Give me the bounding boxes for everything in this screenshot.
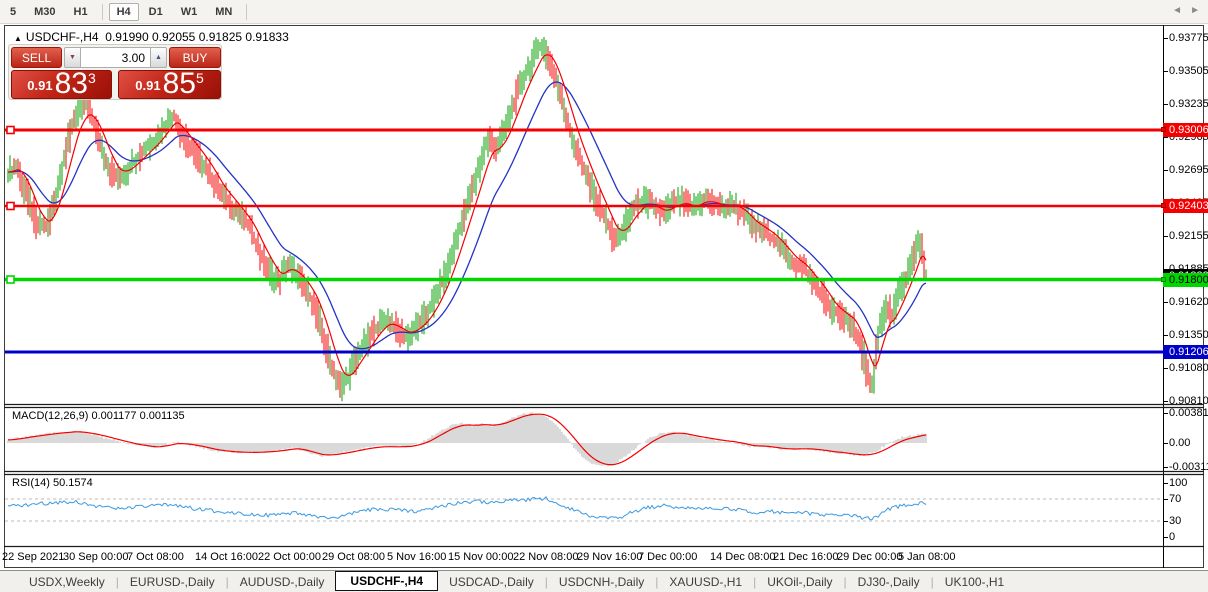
date-axis-label: 7 Oct 08:00 — [127, 551, 184, 563]
date-axis-label: 15 Nov 00:00 — [448, 551, 513, 563]
sell-price-sup: 3 — [88, 70, 96, 86]
rsi-axis-tick: 70 — [1169, 493, 1208, 505]
volume-increase-button[interactable]: ▲ — [150, 47, 167, 68]
price-axis-tick: 0.91350 — [1169, 329, 1208, 341]
price-tag-0.91206: 0.91206 — [1163, 345, 1208, 359]
chart-tab-bar: USDX,Weekly|EURUSD-,Daily|AUDUSD-,DailyU… — [0, 570, 1208, 592]
date-axis-label: 22 Oct 00:00 — [258, 551, 321, 563]
timeframe-button-m30[interactable]: M30 — [26, 3, 63, 21]
macd-axis-tick: 0.003811 — [1169, 407, 1208, 419]
date-axis-label: 29 Dec 00:00 — [837, 551, 902, 563]
chart-tab-usdchf-h4[interactable]: USDCHF-,H4 — [335, 571, 438, 591]
price-axis-tick: 0.91620 — [1169, 296, 1208, 308]
toolbar-separator — [102, 4, 103, 20]
date-axis-label: 7 Dec 00:00 — [638, 551, 697, 563]
sell-price-prefix: 0.91 — [27, 78, 52, 93]
date-axis-label: 22 Nov 08:00 — [513, 551, 578, 563]
date-axis-label: 5 Nov 16:00 — [387, 551, 446, 563]
tab-scroll-right-icon[interactable]: ► — [1190, 5, 1200, 16]
date-axis-label: 29 Nov 16:00 — [577, 551, 642, 563]
date-axis-label: 22 Sep 2021 — [2, 551, 64, 563]
buy-price-big: 85 — [163, 71, 196, 97]
date-axis-label: 5 Jan 08:00 — [898, 551, 956, 563]
chart-tab-usdx-weekly[interactable]: USDX,Weekly — [18, 573, 116, 591]
chart-symbol: USDCHF-,H4 — [26, 30, 99, 44]
price-axis-tick: 0.92155 — [1169, 230, 1208, 242]
chart-tab-usdcnh-daily[interactable]: USDCNH-,Daily — [548, 573, 655, 591]
price-axis-tick: 0.91080 — [1169, 362, 1208, 374]
price-tag-0.92403: 0.92403 — [1163, 199, 1208, 213]
price-axis-tick: 0.92695 — [1169, 164, 1208, 176]
line-anchor-icon — [1161, 127, 1166, 132]
chart-ohlc-values: 0.91990 0.92055 0.91825 0.91833 — [105, 30, 289, 44]
line-anchor-icon — [1161, 277, 1166, 282]
macd-axis-tick: -0.003115 — [1169, 461, 1208, 473]
buy-button[interactable]: BUY — [169, 47, 221, 68]
chart-tab-eurusd-daily[interactable]: EURUSD-,Daily — [119, 573, 226, 591]
chart-tab-xauusd-h1[interactable]: XAUUSD-,H1 — [658, 573, 753, 591]
chart-title: ▲ USDCHF-,H4 0.91990 0.92055 0.91825 0.91… — [14, 30, 289, 44]
buy-price-sup: 5 — [196, 70, 204, 86]
price-axis-tick: 0.93235 — [1169, 98, 1208, 110]
date-axis-label: 14 Oct 16:00 — [195, 551, 258, 563]
chart-tab-ukoil-daily[interactable]: UKOil-,Daily — [756, 573, 843, 591]
timeframe-button-w1[interactable]: W1 — [173, 3, 206, 21]
chart-tab-usdcad-daily[interactable]: USDCAD-,Daily — [438, 573, 545, 591]
volume-spinner: ▼ ▲ — [64, 47, 167, 68]
timeframe-button-5[interactable]: 5 — [2, 3, 24, 21]
rsi-axis-tick: 0 — [1169, 531, 1208, 543]
buy-price-button[interactable]: 0.91 85 5 — [118, 70, 221, 99]
timeframe-toolbar: 5M30H1 H4D1W1MN — [0, 0, 1208, 24]
chart-tab-dj30-daily[interactable]: DJ30-,Daily — [847, 573, 931, 591]
date-axis-label: 21 Dec 16:00 — [773, 551, 838, 563]
sell-price-button[interactable]: 0.91 83 3 — [11, 70, 112, 99]
rsi-axis-tick: 100 — [1169, 477, 1208, 489]
macd-axis-tick: 0.00 — [1169, 437, 1208, 449]
chart-window — [4, 25, 1204, 568]
one-click-trading-panel: SELL ▼ ▲ BUY 0.91 83 3 0.91 85 5 — [8, 44, 222, 100]
timeframe-button-mn[interactable]: MN — [207, 3, 240, 21]
price-axis-tick: 0.93505 — [1169, 65, 1208, 77]
collapse-triangle-icon[interactable]: ▲ — [14, 34, 22, 43]
price-tag-0.93006: 0.93006 — [1163, 123, 1208, 137]
buy-price-prefix: 0.91 — [135, 78, 160, 93]
price-axis-tick: 0.93775 — [1169, 32, 1208, 44]
date-axis-label: 14 Dec 08:00 — [710, 551, 775, 563]
volume-decrease-button[interactable]: ▼ — [64, 47, 81, 68]
date-axis-label: 29 Oct 08:00 — [322, 551, 385, 563]
tab-scroll-left-icon[interactable]: ◄ — [1172, 5, 1182, 16]
sell-price-big: 83 — [55, 71, 88, 97]
line-anchor-icon — [1161, 203, 1166, 208]
date-axis-label: 30 Sep 00:00 — [63, 551, 128, 563]
timeframe-button-h4[interactable]: H4 — [109, 3, 139, 21]
price-axis-tick: 0.90810 — [1169, 395, 1208, 407]
mt4-terminal: 5M30H1H4D1W1MN ▲USDCHF-,H4 0.91990 0.920… — [0, 0, 1208, 592]
chart-tab-audusd-daily[interactable]: AUDUSD-,Daily — [229, 573, 336, 591]
sell-button[interactable]: SELL — [11, 47, 62, 68]
timeframe-button-h1[interactable]: H1 — [66, 3, 96, 21]
chart-tab-uk100-h1[interactable]: UK100-,H1 — [934, 573, 1015, 591]
volume-input[interactable] — [81, 47, 150, 68]
rsi-indicator-label: RSI(14) 50.1574 — [12, 477, 93, 489]
rsi-axis-tick: 30 — [1169, 515, 1208, 527]
macd-indicator-label: MACD(12,26,9) 0.001177 0.001135 — [12, 410, 185, 422]
price-tag-0.91800: 0.91800 — [1163, 273, 1208, 287]
toolbar-separator — [246, 4, 247, 20]
timeframe-button-d1[interactable]: D1 — [141, 3, 171, 21]
